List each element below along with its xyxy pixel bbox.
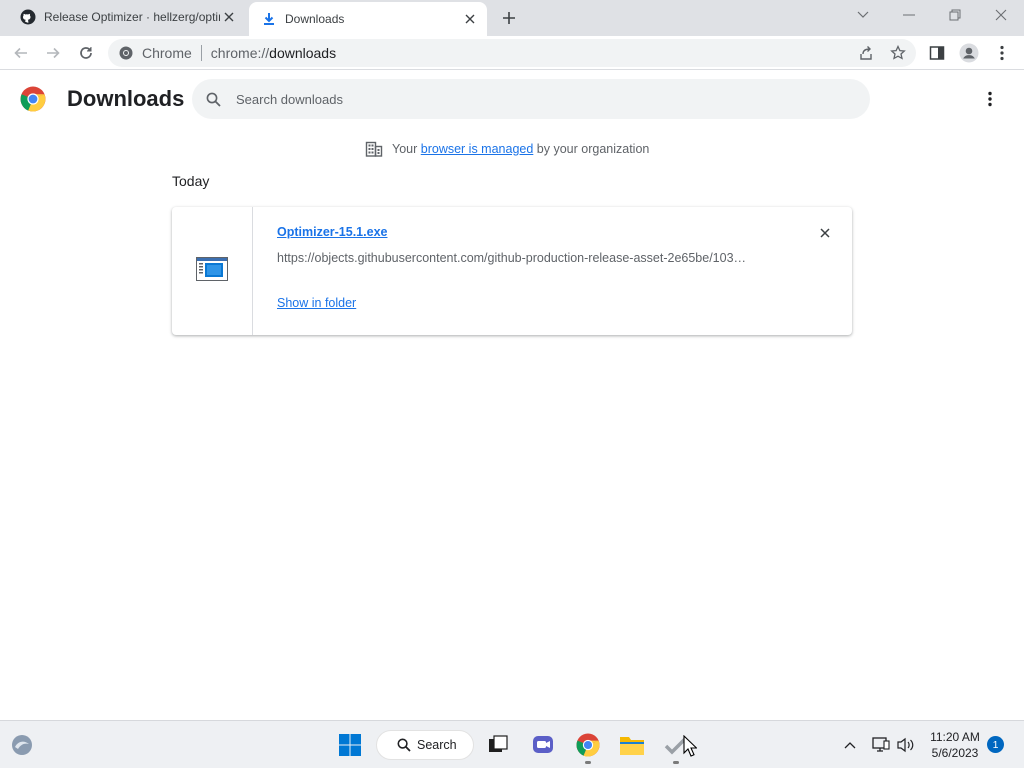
chrome-chip-icon [118, 45, 134, 61]
forward-icon[interactable] [42, 42, 64, 64]
github-icon [20, 9, 36, 25]
new-tab-button[interactable] [500, 9, 518, 27]
address-bar[interactable]: Chrome chrome://downloads [108, 39, 916, 67]
browser-toolbar: Chrome chrome://downloads [0, 36, 1024, 70]
back-icon[interactable] [10, 42, 32, 64]
volume-icon[interactable] [896, 735, 916, 755]
download-file-icon-column [172, 207, 253, 335]
running-indicator [585, 761, 591, 764]
search-downloads-box[interactable] [192, 79, 870, 119]
restore-icon[interactable] [943, 6, 967, 24]
managed-notice: Your browser is managed by your organiza… [365, 140, 649, 158]
remove-download-icon[interactable] [816, 224, 834, 242]
browser-menu-icon[interactable] [991, 42, 1013, 64]
tab-search-chevron-icon[interactable] [851, 6, 875, 24]
search-icon [204, 90, 222, 108]
side-panel-icon[interactable] [926, 42, 948, 64]
widgets-icon[interactable] [8, 731, 36, 759]
start-windows-icon[interactable] [336, 731, 364, 759]
show-in-folder-link[interactable]: Show in folder [277, 296, 356, 310]
network-icon[interactable] [871, 735, 891, 755]
tab-downloads[interactable]: Downloads [249, 2, 487, 36]
close-window-icon[interactable] [989, 6, 1013, 24]
minimize-icon[interactable] [897, 6, 921, 24]
url-text: chrome://downloads [211, 45, 336, 61]
search-icon [397, 738, 411, 752]
bookmark-star-icon[interactable] [887, 42, 909, 64]
search-input[interactable] [236, 91, 836, 107]
close-tab-icon[interactable] [220, 8, 238, 26]
tray-overflow-chevron-icon[interactable] [840, 735, 860, 755]
download-filename-link[interactable]: Optimizer-15.1.exe [277, 225, 387, 239]
taskbar-search-button[interactable]: Search [376, 730, 474, 760]
managed-suffix: by your organization [536, 142, 650, 156]
chrome-taskbar-icon[interactable] [574, 731, 602, 759]
system-clock[interactable]: 11:20 AM 5/6/2023 [922, 729, 988, 761]
download-icon [261, 11, 277, 27]
task-view-icon[interactable] [484, 731, 512, 759]
omnibox-separator [200, 45, 202, 61]
tab-title: Release Optimizer · hellzerg/optimizer [44, 10, 220, 24]
url-path: downloads [269, 45, 337, 61]
page-title: Downloads [67, 86, 185, 111]
downloads-menu-icon[interactable] [979, 88, 1001, 110]
download-item: Optimizer-15.1.exe https://objects.githu… [172, 207, 852, 335]
file-explorer-icon[interactable] [618, 731, 646, 759]
download-source-url: https://objects.githubusercontent.com/gi… [277, 251, 747, 265]
managed-prefix: Your [392, 142, 418, 156]
teams-chat-icon[interactable] [529, 731, 557, 759]
tab-release-optimizer[interactable]: Release Optimizer · hellzerg/optimizer [8, 0, 246, 34]
reload-icon[interactable] [75, 42, 97, 64]
windows-taskbar: Search 11:20 AM 5/6/2023 1 [0, 720, 1024, 768]
tab-title: Downloads [285, 12, 345, 26]
tab-strip: Release Optimizer · hellzerg/optimizer D… [0, 0, 1024, 36]
running-indicator [673, 761, 679, 764]
building-icon [365, 140, 383, 158]
exe-file-icon [196, 256, 228, 286]
clock-time: 11:20 AM [930, 730, 980, 744]
chrome-logo-icon [20, 86, 46, 112]
notification-badge[interactable]: 1 [987, 736, 1004, 753]
close-tab-icon[interactable] [461, 10, 479, 28]
mouse-cursor-icon [683, 734, 698, 757]
browser-managed-link[interactable]: browser is managed [421, 142, 534, 156]
url-host: chrome:// [210, 45, 270, 61]
taskbar-search-label: Search [417, 738, 457, 752]
chrome-chip-label: Chrome [142, 45, 192, 61]
share-icon[interactable] [855, 42, 877, 64]
profile-avatar-icon[interactable] [958, 42, 980, 64]
clock-date: 5/6/2023 [931, 746, 979, 760]
section-date: Today [172, 173, 210, 189]
